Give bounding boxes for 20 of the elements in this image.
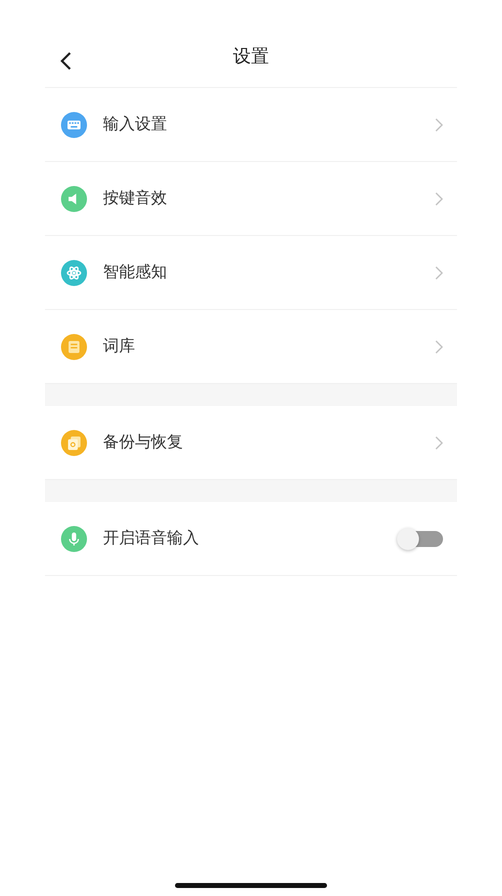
- menu-item-label[interactable]: 按键音效: [103, 188, 435, 209]
- backup-icon: [61, 430, 87, 456]
- chevron-right-icon: [435, 118, 443, 132]
- book-icon: [61, 334, 87, 360]
- chevron-right-icon: [435, 192, 443, 206]
- microphone-icon: [61, 526, 87, 552]
- menu-item-label[interactable]: 开启语音输入: [103, 528, 397, 549]
- back-button[interactable]: [59, 50, 73, 72]
- menu-item-label[interactable]: 智能感知: [103, 262, 435, 283]
- keyboard-icon: [61, 112, 87, 138]
- menu-item-label[interactable]: 输入设置: [103, 114, 435, 135]
- atom-icon: [61, 260, 87, 286]
- chevron-right-icon: [435, 340, 443, 354]
- menu-item-label[interactable]: 备份与恢复: [103, 432, 435, 453]
- page-title: 设置: [233, 44, 269, 68]
- chevron-right-icon: [435, 266, 443, 280]
- toggle-switch[interactable]: [397, 528, 443, 550]
- menu-item-label[interactable]: 词库: [103, 336, 435, 357]
- chevron-right-icon: [435, 436, 443, 450]
- speaker-icon: [61, 186, 87, 212]
